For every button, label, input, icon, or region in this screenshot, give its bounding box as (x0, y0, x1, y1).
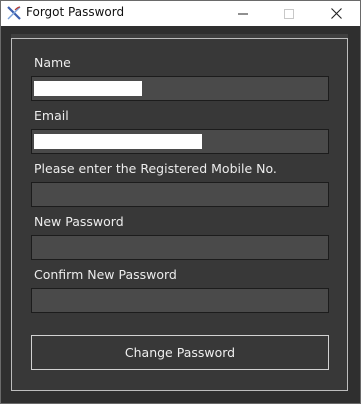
maximize-icon (284, 8, 294, 19)
minimize-icon (238, 13, 248, 14)
new-password-field[interactable] (31, 235, 329, 260)
email-label: Email (34, 108, 69, 123)
name-field[interactable] (31, 76, 329, 101)
close-button[interactable] (313, 1, 359, 26)
email-field[interactable] (31, 129, 329, 154)
form-panel: Name Email Please enter the Registered M… (11, 38, 348, 391)
window-title: Forgot Password (26, 5, 125, 19)
name-label: Name (34, 55, 71, 70)
confirm-password-field[interactable] (31, 288, 329, 313)
window-client-area: Name Email Please enter the Registered M… (1, 26, 360, 403)
email-redaction (34, 134, 202, 149)
mobile-label: Please enter the Registered Mobile No. (34, 161, 277, 176)
minimize-button[interactable] (220, 1, 266, 26)
new-password-label: New Password (34, 214, 124, 229)
close-icon (330, 8, 342, 19)
feather-x-app-icon (7, 6, 21, 20)
title-bar: Forgot Password (1, 1, 360, 26)
name-redaction (34, 81, 142, 96)
confirm-password-label: Confirm New Password (34, 267, 177, 282)
change-password-button[interactable]: Change Password (31, 335, 329, 370)
mobile-field[interactable] (31, 182, 329, 207)
forgot-password-window: Forgot Password Name Email Please enter … (0, 0, 361, 404)
maximize-button[interactable] (266, 1, 312, 26)
